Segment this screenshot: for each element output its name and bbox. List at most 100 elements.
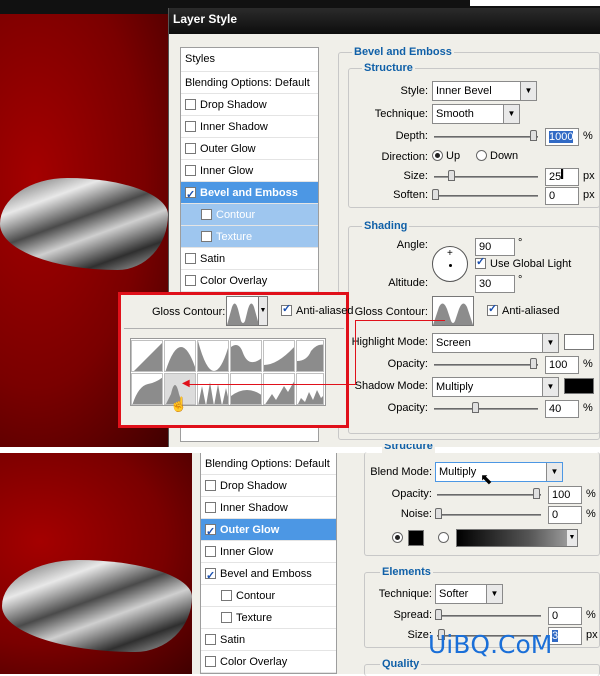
noise-input[interactable]: 0 [548, 506, 582, 524]
depth-slider-thumb[interactable] [530, 130, 537, 141]
callout-contour-picker[interactable]: ▼ [226, 296, 268, 326]
style-item-color-overlay[interactable]: Color Overlay [201, 651, 336, 673]
spread-track[interactable] [437, 615, 541, 617]
glow-color-swatch[interactable] [408, 530, 424, 546]
gradient-radio[interactable] [438, 532, 452, 544]
noise-thumb[interactable] [435, 508, 442, 519]
style-item-inner-shadow[interactable]: Inner Shadow [181, 116, 318, 138]
checkbox[interactable] [185, 99, 196, 110]
shadow-opacity-thumb[interactable] [472, 402, 479, 413]
direction-down-radio[interactable]: Down [476, 150, 518, 162]
contour-preset-gaussian[interactable] [263, 340, 295, 372]
contour-preset-half-round[interactable] [296, 340, 324, 372]
shadow-mode-select[interactable]: Multiply ▼ [432, 377, 559, 397]
style-item-satin[interactable]: Satin [201, 629, 336, 651]
soften-slider-track[interactable] [434, 195, 538, 197]
style-select[interactable]: Inner Bevel ▼ [432, 81, 537, 101]
style-item-blending-options[interactable]: Blending Options: Default [201, 453, 336, 475]
shadow-opacity-track[interactable] [434, 408, 538, 410]
style-item-drop-shadow[interactable]: Drop Shadow [181, 94, 318, 116]
style-item-inner-glow[interactable]: Inner Glow [181, 160, 318, 182]
checkbox[interactable] [185, 275, 196, 286]
style-item-bevel-and-emboss[interactable]: Bevel and Emboss [181, 182, 318, 204]
shadow-opacity-input[interactable]: 40 [545, 400, 579, 418]
checkbox[interactable] [205, 502, 216, 513]
radio-button[interactable] [432, 150, 443, 161]
style-item-blending-options[interactable]: Blending Options: Default [181, 72, 318, 94]
checkbox[interactable] [185, 253, 196, 264]
checkbox[interactable] [475, 255, 486, 269]
contour-preset-sawtooth[interactable] [263, 373, 295, 405]
checkbox[interactable] [205, 656, 216, 667]
blend-mode-select[interactable]: Multiply ▼ [435, 462, 563, 482]
contour-preset-cove[interactable] [230, 340, 262, 372]
elements-technique-select[interactable]: Softer ▼ [435, 584, 503, 604]
highlight-mode-select[interactable]: Screen ▼ [432, 333, 559, 353]
glow-gradient-picker[interactable]: ▼ [456, 529, 578, 547]
style-item-satin[interactable]: Satin [181, 248, 318, 270]
technique-select[interactable]: Smooth ▼ [432, 104, 520, 124]
checkbox[interactable] [487, 302, 498, 316]
checkbox[interactable] [205, 546, 216, 557]
use-global-light-checkbox[interactable]: Use Global Light [475, 255, 571, 270]
contour-preset-rolling-slope[interactable] [197, 373, 229, 405]
checkbox[interactable] [205, 634, 216, 645]
style-item-bevel-and-emboss[interactable]: Bevel and Emboss [201, 563, 336, 585]
altitude-input[interactable]: 30 [475, 275, 515, 293]
checkbox[interactable] [281, 302, 292, 316]
style-item-inner-glow[interactable]: Inner Glow [201, 541, 336, 563]
checkbox[interactable] [201, 209, 212, 220]
callout-anti-aliased-checkbox[interactable]: Anti-aliased [281, 302, 353, 317]
contour-preset-cone[interactable] [164, 340, 196, 372]
styles-header[interactable]: Styles [181, 48, 318, 72]
glow-size-input[interactable]: 3 [548, 627, 582, 645]
contour-preset-cone-inverted[interactable] [197, 340, 229, 372]
contour-preset-linear[interactable] [131, 340, 163, 372]
anti-aliased-checkbox[interactable]: Anti-aliased [487, 302, 559, 317]
style-item-contour[interactable]: Contour [181, 204, 318, 226]
checkbox[interactable] [185, 121, 196, 132]
radio-button[interactable] [476, 150, 487, 161]
checkbox[interactable] [205, 480, 216, 491]
angle-dial[interactable]: + [432, 246, 468, 282]
style-item-outer-glow[interactable]: Outer Glow [181, 138, 318, 160]
size-slider-thumb[interactable] [448, 170, 455, 181]
checkbox[interactable] [185, 143, 196, 154]
checkbox[interactable] [221, 612, 232, 623]
depth-slider-track[interactable] [434, 136, 538, 138]
glow-opacity-thumb[interactable] [533, 488, 540, 499]
highlight-opacity-track[interactable] [434, 364, 538, 366]
checkbox[interactable] [185, 184, 196, 203]
noise-track[interactable] [437, 514, 541, 516]
spread-input[interactable]: 0 [548, 607, 582, 625]
soften-slider-thumb[interactable] [432, 189, 439, 200]
soften-input[interactable]: 0 [545, 187, 579, 205]
radio-button[interactable] [438, 532, 449, 543]
contour-preset-ring[interactable] [131, 373, 163, 405]
style-item-contour[interactable]: Contour [201, 585, 336, 607]
style-item-color-overlay[interactable]: Color Overlay [181, 270, 318, 292]
style-item-inner-shadow[interactable]: Inner Shadow [201, 497, 336, 519]
angle-input[interactable]: 90 [475, 238, 515, 256]
glow-opacity-input[interactable]: 100 [548, 486, 582, 504]
highlight-opacity-thumb[interactable] [530, 358, 537, 369]
radio-button[interactable] [392, 532, 403, 543]
checkbox[interactable] [221, 590, 232, 601]
shadow-color-swatch[interactable] [564, 378, 594, 394]
style-item-drop-shadow[interactable]: Drop Shadow [201, 475, 336, 497]
highlight-color-swatch[interactable] [564, 334, 594, 350]
checkbox[interactable] [205, 521, 216, 540]
checkbox[interactable] [205, 565, 216, 584]
checkbox[interactable] [201, 231, 212, 242]
style-item-texture[interactable]: Texture [181, 226, 318, 248]
glow-opacity-track[interactable] [437, 494, 541, 496]
spread-thumb[interactable] [435, 609, 442, 620]
style-item-outer-glow[interactable]: Outer Glow [201, 519, 336, 541]
gloss-contour-picker[interactable] [432, 296, 474, 326]
solid-color-radio[interactable] [392, 532, 406, 544]
direction-up-radio[interactable]: Up [432, 150, 460, 162]
checkbox[interactable] [185, 165, 196, 176]
style-item-texture[interactable]: Texture [201, 607, 336, 629]
contour-preset-sawtooth-2[interactable] [296, 373, 324, 405]
highlight-opacity-input[interactable]: 100 [545, 356, 579, 374]
